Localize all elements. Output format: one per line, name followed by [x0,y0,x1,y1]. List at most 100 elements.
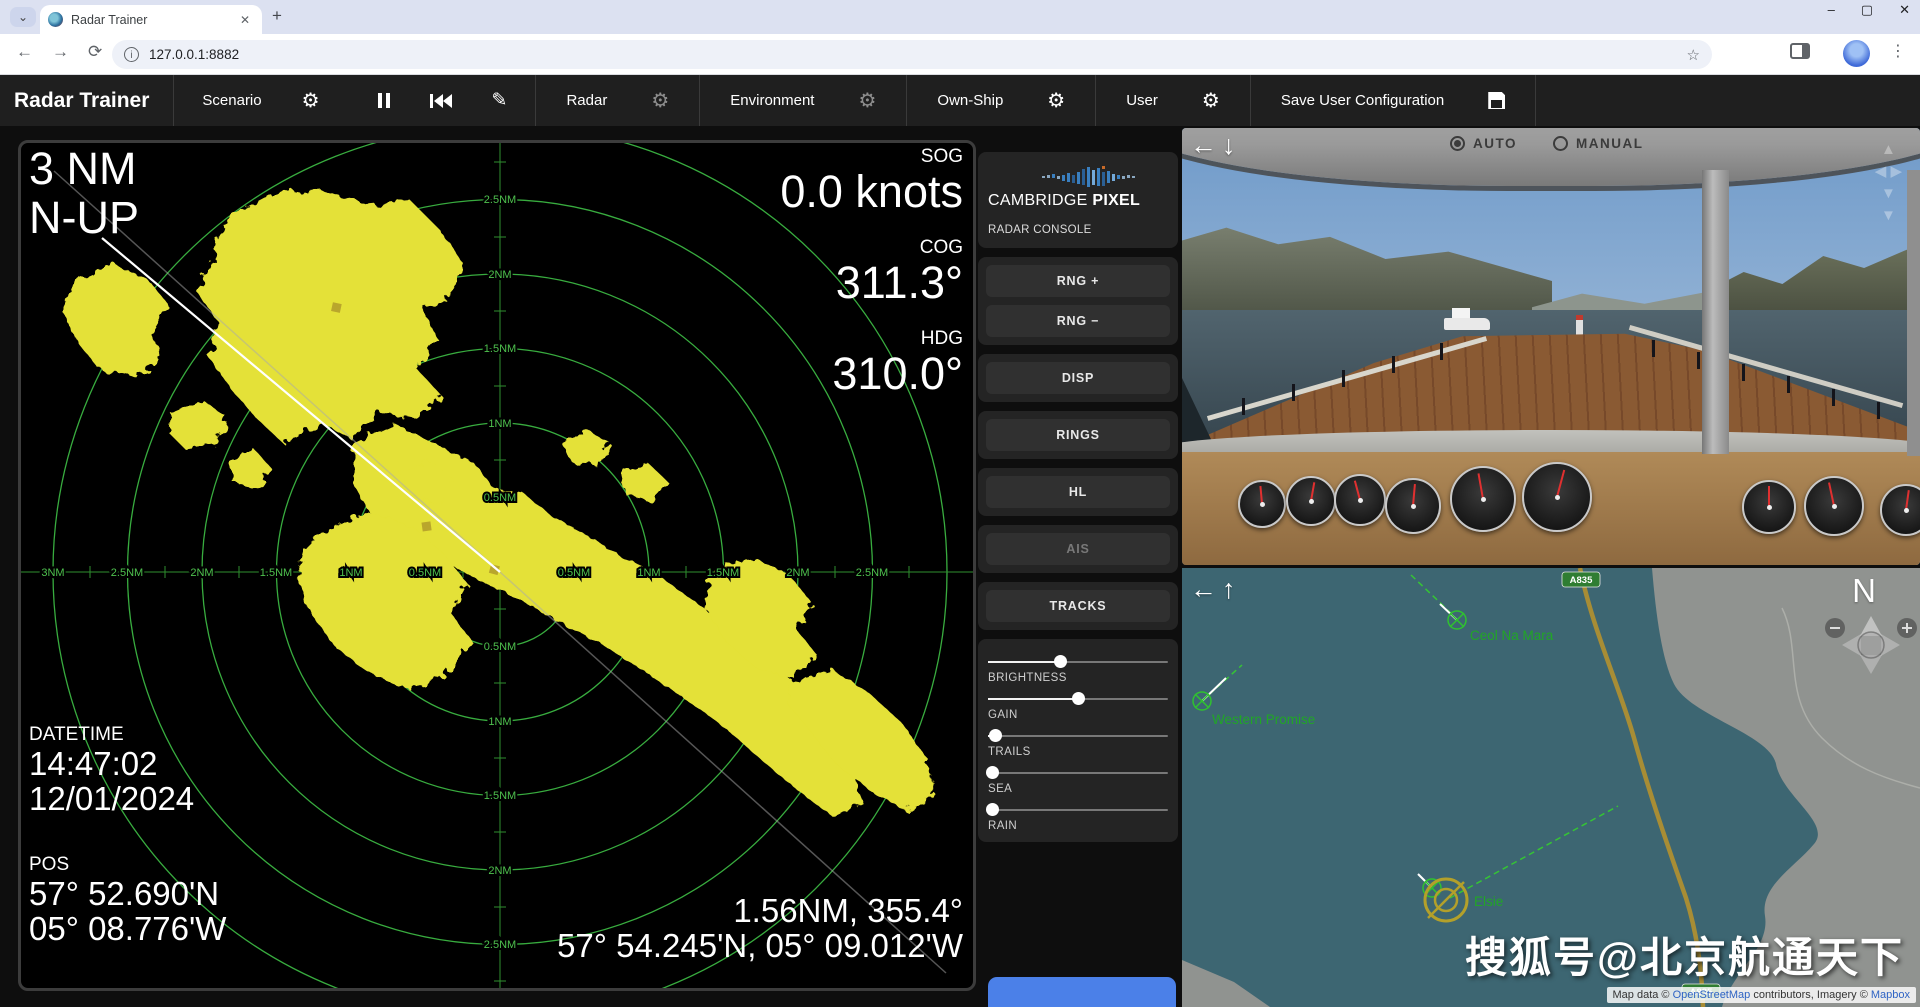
brightness-slider[interactable] [988,661,1168,663]
gauge [1450,466,1516,532]
side-panel-icon[interactable] [1790,43,1810,59]
rail-post [1742,364,1745,381]
cursor-readout: 1.56NM, 355.4° 57° 54.245'N, 05° 09.012'… [557,893,963,964]
environment-menu-label: Environment [730,92,814,109]
back-icon[interactable]: ← [16,42,33,62]
map-pan-left-icon[interactable]: ← [1190,576,1217,603]
svg-text:0.5NM: 0.5NM [558,567,590,579]
cam-down-icon[interactable]: ▼ [1881,186,1896,201]
road-badge: A835 [1562,572,1600,587]
hl-card: HL [978,468,1178,516]
cam-up-icon[interactable]: ▲ [1881,142,1896,157]
position-block: POS 57° 52.690'N 05° 08.776'W [29,855,226,947]
range-value: 3 NM [29,145,139,194]
manual-mode-option[interactable]: MANUAL [1553,136,1644,151]
reload-icon[interactable]: ⟳ [88,42,102,62]
tracks-card: TRACKS [978,582,1178,630]
cam-left-right-icon[interactable]: ◀ ▶ [1875,164,1902,179]
map-track-ceol-na-mara[interactable]: Ceol Na Mara [1411,575,1554,643]
svg-text:2.5NM: 2.5NM [484,939,516,951]
browser-menu-icon[interactable]: ⋮ [1890,41,1906,61]
window-maximize-icon[interactable]: ▢ [1861,2,1873,18]
new-tab-button[interactable]: + [272,6,282,26]
gauge [1238,480,1286,528]
range-increase-button[interactable]: RNG + [986,265,1170,297]
svg-text:1.5NM: 1.5NM [484,343,516,355]
ownship-settings-gear-icon[interactable]: ⚙ [1047,91,1065,111]
hdg-label: HDG [780,329,963,350]
cursor-position: 57° 54.245'N, 05° 09.012'W [557,928,963,964]
heading-line-button[interactable]: HL [986,476,1170,508]
edit-scenario-icon[interactable]: ✎ [492,89,508,112]
radar-settings-gear-icon[interactable]: ⚙ [651,91,669,111]
site-info-icon[interactable]: i [124,47,139,62]
longitude-value: 05° 08.776'W [29,911,226,947]
manual-radio-icon[interactable] [1553,136,1568,151]
svg-text:2.5NM: 2.5NM [111,567,143,579]
gauge [1385,478,1441,534]
rail-post [1697,352,1700,369]
save-config-label[interactable]: Save User Configuration [1281,92,1444,109]
view-pan-down-icon[interactable]: ↓ [1222,132,1236,159]
restart-button[interactable] [430,94,452,108]
date-value: 12/01/2024 [29,781,194,817]
view-pan-left-icon[interactable]: ← [1190,132,1217,159]
nav-readouts: SOG 0.0 knots COG 311.3° HDG 310.0° [780,147,963,398]
bridge-3d-view[interactable]: ← ↓ AUTO MANUAL ▲ ◀ ▶ ▼ ▼ [1182,128,1920,565]
pause-button[interactable] [378,93,390,108]
address-bar[interactable]: i 127.0.0.1:8882 ☆ [112,40,1712,69]
window-close-icon[interactable]: ✕ [1899,2,1910,18]
disp-card: DISP [978,354,1178,402]
svg-text:3NM: 3NM [41,567,64,579]
browser-tab[interactable]: Radar Trainer ✕ [40,5,262,34]
rain-label: RAIN [988,820,1168,832]
rail-post [1652,340,1655,357]
svg-text:1NM: 1NM [488,716,511,728]
map-pan-up-icon[interactable]: ↑ [1222,576,1236,603]
gain-label: GAIN [988,709,1168,721]
map-track-elsie-selected[interactable]: Elsie [1418,806,1618,921]
map-track-western-promise[interactable]: Western Promise [1193,665,1315,727]
tracks-button[interactable]: TRACKS [986,590,1170,622]
disp-button[interactable]: DISP [986,362,1170,394]
forward-icon[interactable]: → [52,42,69,62]
gain-slider[interactable] [988,698,1168,700]
bookmark-star-icon[interactable]: ☆ [1687,46,1700,64]
partially-visible-button[interactable] [988,977,1176,1007]
save-icon[interactable] [1488,92,1505,109]
range-decrease-button[interactable]: RNG − [986,305,1170,337]
window-minimize-icon[interactable]: – [1828,2,1835,18]
application-window: ⌄ Radar Trainer ✕ + – ▢ ✕ ← → ⟳ i 127.0.… [0,0,1920,1007]
console-branding-card: CAMBRIDGE PIXEL RADAR CONSOLE [978,152,1178,248]
mapbox-link[interactable]: Mapbox [1871,989,1910,1001]
ais-button[interactable]: AIS [986,533,1170,565]
camera-nav-controls[interactable]: ▲ ◀ ▶ ▼ ▼ [1875,142,1902,223]
map-panel[interactable]: A835 A835 Ceol Na Mara [1182,568,1920,1007]
radar-ppi-display[interactable]: 3NM 2.5NM 2NM 1.5NM 1NM 0.5NM 0.5NM 1NM … [18,140,976,991]
brand-name: CAMBRIDGE PIXEL [988,192,1168,210]
tab-close-icon[interactable]: ✕ [236,11,254,29]
map-land-sw [1182,960,1270,1007]
watermark-text: 搜狐号@北京航通天下 [1465,924,1904,985]
tab-search-icon[interactable]: ⌄ [10,7,36,27]
rain-slider[interactable] [988,809,1168,811]
auto-mode-option[interactable]: AUTO [1450,136,1517,151]
osm-link[interactable]: OpenStreetMap [1673,989,1751,1001]
svg-text:0.5NM: 0.5NM [484,641,516,653]
trails-slider[interactable] [988,735,1168,737]
rail-post [1787,376,1790,393]
url-text[interactable]: 127.0.0.1:8882 [149,47,1687,62]
svg-text:1NM: 1NM [339,567,362,579]
track-label: Elsie [1474,894,1503,909]
environment-settings-gear-icon[interactable]: ⚙ [858,91,876,111]
ais-card: AIS [978,525,1178,573]
user-settings-gear-icon[interactable]: ⚙ [1202,91,1220,111]
sea-slider[interactable] [988,772,1168,774]
scenario-settings-gear-icon[interactable]: ⚙ [302,91,320,111]
rings-button[interactable]: RINGS [986,419,1170,451]
profile-avatar[interactable] [1843,40,1870,67]
gauge [1804,476,1864,536]
auto-radio-icon[interactable] [1450,136,1465,151]
cam-down2-icon[interactable]: ▼ [1881,208,1896,223]
range-scale-readout: 3 NM N-UP [29,145,139,242]
